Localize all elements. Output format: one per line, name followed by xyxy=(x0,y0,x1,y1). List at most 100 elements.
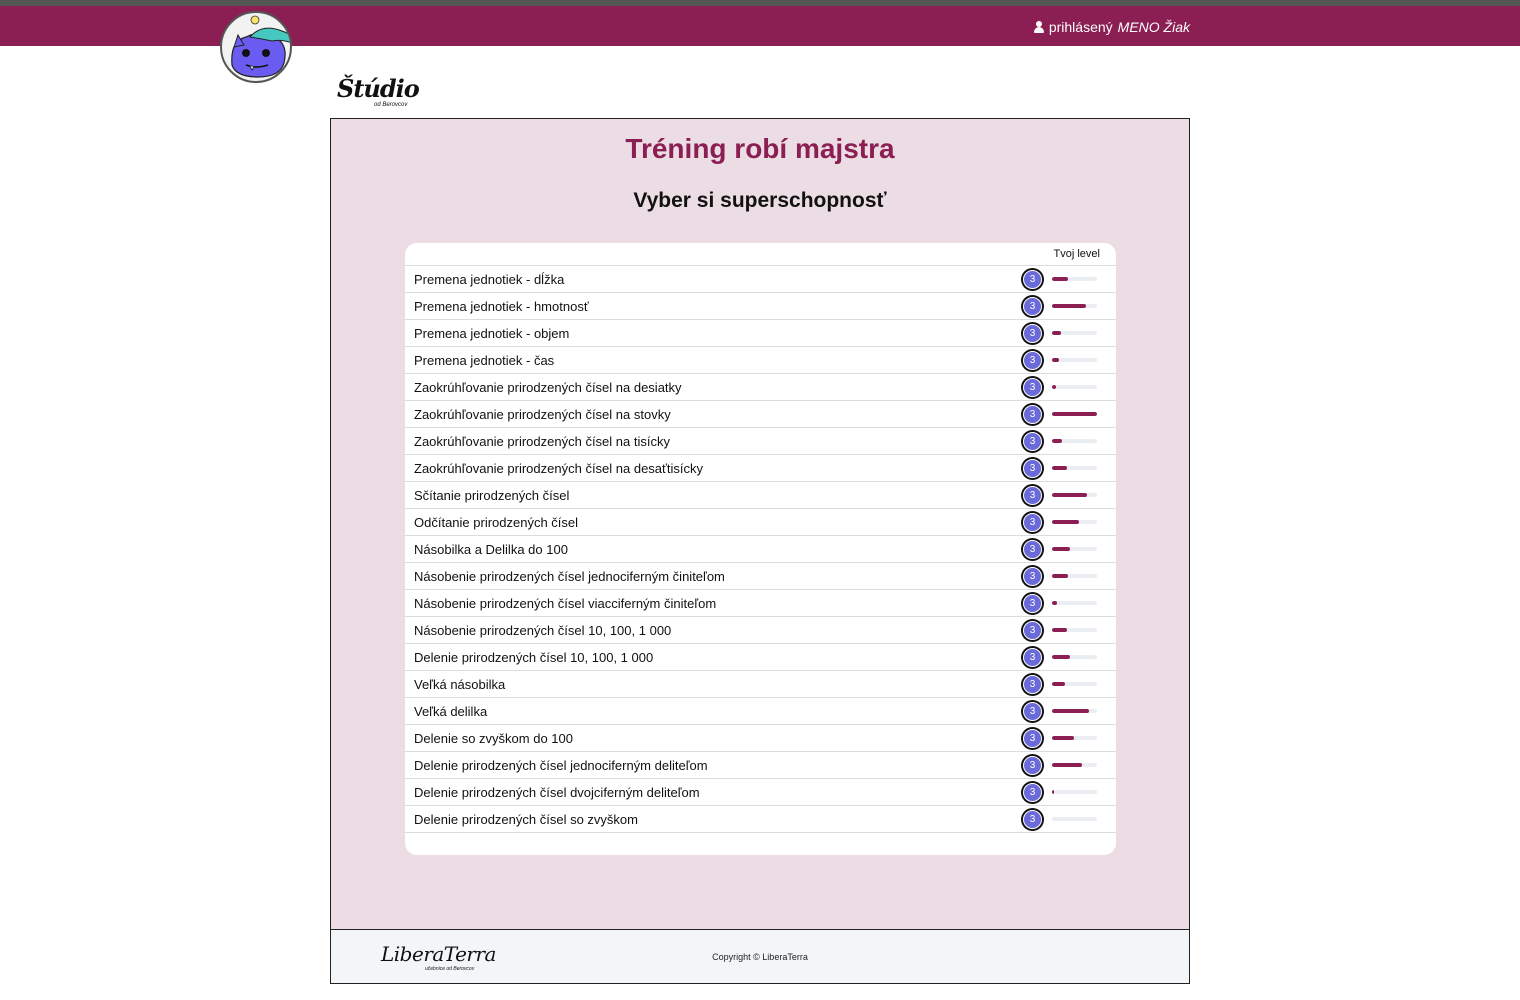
skill-row[interactable]: Sčítanie prirodzených čísel 3 xyxy=(405,482,1116,509)
level-progress-bar xyxy=(1052,790,1097,794)
level-number: 3 xyxy=(1023,567,1042,586)
skill-label[interactable]: Veľká delilka xyxy=(414,704,487,719)
skill-row[interactable]: Veľká násobilka 3 xyxy=(405,671,1116,698)
skill-label[interactable]: Zaokrúhľovanie prirodzených čísel na sto… xyxy=(414,407,671,422)
skill-row[interactable]: Zaokrúhľovanie prirodzených čísel na sto… xyxy=(405,401,1116,428)
level-progress-bar xyxy=(1052,709,1097,713)
skills-list: Premena jednotiek - dĺžka 3 Premena jednot… xyxy=(405,265,1116,833)
user-info[interactable]: prihlásený MENO Žiak xyxy=(1033,19,1190,35)
level-badge: 3 xyxy=(1021,349,1044,372)
level-number: 3 xyxy=(1023,486,1042,505)
skill-row[interactable]: Násobenie prirodzených čísel jednocifern… xyxy=(405,563,1116,590)
level-progress-bar xyxy=(1052,331,1097,335)
level-badge: 3 xyxy=(1021,484,1044,507)
level-progress-fill xyxy=(1052,439,1062,443)
level-progress-fill xyxy=(1052,493,1087,497)
level-number: 3 xyxy=(1023,378,1042,397)
skill-label[interactable]: Premena jednotiek - čas xyxy=(414,353,554,368)
page-title: Tréning robí majstra xyxy=(625,133,895,164)
level-progress-bar xyxy=(1052,628,1097,632)
skill-row[interactable]: Násobenie prirodzených čísel viacciferný… xyxy=(405,590,1116,617)
copyright: Copyright © LiberaTerra xyxy=(712,952,808,962)
level-badge: 3 xyxy=(1021,322,1044,345)
skill-row[interactable]: Násobenie prirodzených čísel 10, 100, 1 … xyxy=(405,617,1116,644)
level-badge: 3 xyxy=(1021,511,1044,534)
level-progress-bar xyxy=(1052,439,1097,443)
level-progress-fill xyxy=(1052,709,1090,713)
skill-label[interactable]: Odčítanie prirodzených čísel xyxy=(414,515,578,530)
level-number: 3 xyxy=(1023,513,1042,532)
skill-row[interactable]: Veľká delilka 3 xyxy=(405,698,1116,725)
level-badge: 3 xyxy=(1021,430,1044,453)
skill-row[interactable]: Zaokrúhľovanie prirodzených čísel na des… xyxy=(405,374,1116,401)
level-progress-fill xyxy=(1052,628,1067,632)
skill-row[interactable]: Odčítanie prirodzených čísel 3 xyxy=(405,509,1116,536)
level-progress-bar xyxy=(1052,547,1097,551)
skill-row[interactable]: Delenie prirodzených čísel jednociferným… xyxy=(405,752,1116,779)
level-progress-bar xyxy=(1052,277,1097,281)
level-progress-bar xyxy=(1052,655,1097,659)
main-panel: Tréning robí majstra Vyber si superschop… xyxy=(330,118,1190,930)
skill-row[interactable]: Zaokrúhľovanie prirodzených čísel na des… xyxy=(405,455,1116,482)
level-progress-bar xyxy=(1052,358,1097,362)
skill-label[interactable]: Veľká násobilka xyxy=(414,677,505,692)
level-number: 3 xyxy=(1023,297,1042,316)
level-progress-bar xyxy=(1052,763,1097,767)
level-number: 3 xyxy=(1023,702,1042,721)
skill-label[interactable]: Sčítanie prirodzených čísel xyxy=(414,488,569,503)
level-number: 3 xyxy=(1023,729,1042,748)
level-badge: 3 xyxy=(1021,727,1044,750)
skill-row[interactable]: Delenie prirodzených čísel dvojciferným … xyxy=(405,779,1116,806)
level-progress-bar xyxy=(1052,466,1097,470)
skill-label[interactable]: Delenie so zvyškom do 100 xyxy=(414,731,573,746)
level-progress-fill xyxy=(1052,385,1056,389)
skill-row[interactable]: Zaokrúhľovanie prirodzených čísel na tis… xyxy=(405,428,1116,455)
level-badge: 3 xyxy=(1021,673,1044,696)
skill-label[interactable]: Delenie prirodzených čísel dvojciferným … xyxy=(414,785,700,800)
skill-row[interactable]: Premena jednotiek - čas 3 xyxy=(405,347,1116,374)
skill-label[interactable]: Delenie prirodzených čísel so zvyškom xyxy=(414,812,638,827)
level-progress-fill xyxy=(1052,574,1068,578)
level-progress-fill xyxy=(1052,736,1074,740)
skill-label[interactable]: Premena jednotiek - objem xyxy=(414,326,569,341)
skill-label[interactable]: Premena jednotiek - hmotnosť xyxy=(414,299,589,314)
level-progress-fill xyxy=(1052,520,1079,524)
skill-label[interactable]: Zaokrúhľovanie prirodzených čísel na tis… xyxy=(414,434,670,449)
brand-sub: od Berovcov xyxy=(374,102,408,108)
level-badge: 3 xyxy=(1021,754,1044,777)
skill-row[interactable]: Premena jednotiek - dĺžka 3 xyxy=(405,266,1116,293)
skill-row[interactable]: Premena jednotiek - hmotnosť 3 xyxy=(405,293,1116,320)
level-number: 3 xyxy=(1023,648,1042,667)
user-prefix: prihlásený xyxy=(1048,19,1113,35)
skills-card: Tvoj level Premena jednotiek - dĺžka 3 Pre… xyxy=(405,243,1116,855)
skill-label[interactable]: Zaokrúhľovanie prirodzených čísel na des… xyxy=(414,461,703,476)
skill-label[interactable]: Násobilka a Delilka do 100 xyxy=(414,542,568,557)
level-number: 3 xyxy=(1023,432,1042,451)
level-progress-fill xyxy=(1052,655,1070,659)
skill-label[interactable]: Premena jednotiek - dĺžka xyxy=(414,272,564,287)
skill-row[interactable]: Delenie prirodzených čísel 10, 100, 1 00… xyxy=(405,644,1116,671)
skill-label[interactable]: Násobenie prirodzených čísel 10, 100, 1 … xyxy=(414,623,671,638)
level-badge: 3 xyxy=(1021,376,1044,399)
skill-row[interactable]: Premena jednotiek - objem 3 xyxy=(405,320,1116,347)
skill-label[interactable]: Násobenie prirodzených čísel viacciferný… xyxy=(414,596,716,611)
skill-label[interactable]: Delenie prirodzených čísel 10, 100, 1 00… xyxy=(414,650,653,665)
skill-label[interactable]: Delenie prirodzených čísel jednociferným… xyxy=(414,758,708,773)
level-number: 3 xyxy=(1023,351,1042,370)
level-badge: 3 xyxy=(1021,457,1044,480)
skill-row[interactable]: Násobilka a Delilka do 100 3 xyxy=(405,536,1116,563)
level-number: 3 xyxy=(1023,621,1042,640)
mascot-avatar[interactable] xyxy=(220,11,292,83)
studio-logo[interactable]: Štúdio od Berovcov xyxy=(337,74,420,108)
level-badge: 3 xyxy=(1021,565,1044,588)
skill-row[interactable]: Delenie prirodzených čísel so zvyškom 3 xyxy=(405,806,1116,833)
level-badge: 3 xyxy=(1021,403,1044,426)
level-badge: 3 xyxy=(1021,592,1044,615)
skill-row[interactable]: Delenie so zvyškom do 100 3 xyxy=(405,725,1116,752)
level-progress-fill xyxy=(1052,466,1067,470)
level-badge: 3 xyxy=(1021,781,1044,804)
level-number: 3 xyxy=(1023,270,1042,289)
level-badge: 3 xyxy=(1021,538,1044,561)
skill-label[interactable]: Zaokrúhľovanie prirodzených čísel na des… xyxy=(414,380,682,395)
skill-label[interactable]: Násobenie prirodzených čísel jednocifern… xyxy=(414,569,725,584)
